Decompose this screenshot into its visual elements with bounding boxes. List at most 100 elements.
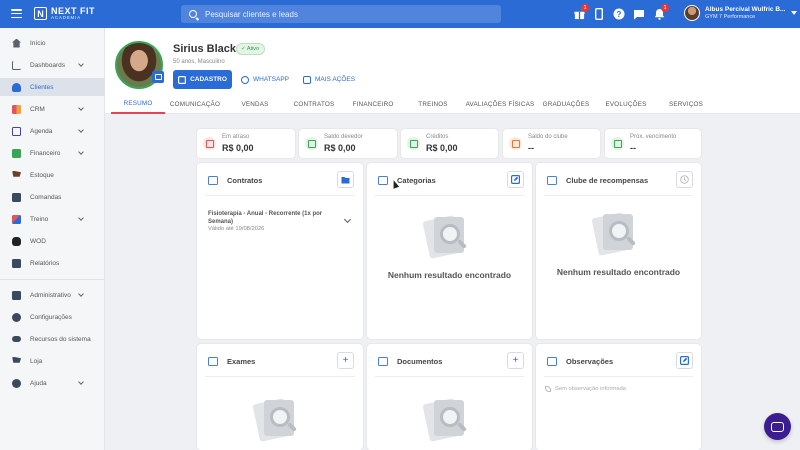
panel-title: Clube de recompensas (566, 176, 649, 185)
chat-widget-button[interactable] (764, 413, 791, 440)
sidebar-item-dashboards[interactable]: Dashboards (0, 56, 105, 74)
tab-resumo[interactable]: RESUMO (111, 94, 165, 114)
sidebar-item-label: Agenda (30, 127, 53, 135)
logo[interactable]: N NEXT FIT ACADEMIA (34, 7, 95, 21)
camera-icon[interactable] (152, 71, 164, 83)
sidebar-item-ajuda[interactable]: Ajuda (0, 374, 105, 392)
edit-icon (680, 356, 689, 365)
tab-avaliacoes[interactable]: AVALIAÇÕES FÍSICAS (465, 94, 535, 114)
mais-acoes-button[interactable]: MAIS AÇÕES (303, 70, 355, 89)
sidebar-divider (0, 279, 105, 280)
summary-card-prox-vencimento: Próx. vencimento -- (605, 129, 701, 158)
add-documento-button[interactable]: + (507, 352, 524, 369)
mobile-icon[interactable] (592, 7, 606, 21)
sidebar-item-financeiro[interactable]: Financeiro (0, 144, 105, 162)
chevron-down-icon (78, 149, 84, 155)
sidebar-item-crm[interactable]: CRM (0, 100, 105, 118)
leaf-icon (545, 386, 551, 392)
tab-comunicacao[interactable]: COMUNICAÇÃO (167, 94, 223, 114)
chevron-down-icon[interactable] (343, 215, 352, 224)
observacoes-empty-text: Sem observação informada (555, 386, 626, 392)
tab-servicos[interactable]: SERVIÇOS (661, 94, 711, 114)
client-name: Sirius Black (173, 43, 236, 55)
sidebar-item-comandas[interactable]: Comandas (0, 188, 105, 206)
sidebar-item-treino[interactable]: Treino (0, 210, 105, 228)
edit-observacoes-button[interactable] (676, 352, 693, 369)
category-icon (376, 174, 390, 186)
sidebar-item-label: Loja (30, 357, 43, 365)
tab-evolucoes[interactable]: EVOLUÇÕES (601, 94, 651, 114)
chat-icon[interactable] (632, 7, 646, 21)
sidebar-item-label: Estoque (30, 171, 54, 179)
tab-treinos[interactable]: TREINOS (411, 94, 455, 114)
whatsapp-icon (241, 75, 249, 84)
empty-state-text: Nenhum resultado encontrado (387, 270, 512, 280)
gift-icon[interactable]: 1 (572, 4, 589, 21)
sidebar-item-estoque[interactable]: Estoque (0, 166, 105, 184)
tab-vendas[interactable]: VENDAS (233, 94, 277, 114)
edit-icon (178, 75, 187, 84)
chevron-down-icon (78, 215, 84, 221)
sidebar-item-loja[interactable]: Loja (0, 352, 105, 370)
help-icon[interactable]: ? (612, 7, 626, 21)
club-icon (509, 137, 522, 150)
panel-divider (375, 376, 524, 377)
panel-divider (375, 195, 524, 196)
panel-divider (205, 195, 355, 196)
cadastro-button[interactable]: CADASTRO (173, 70, 232, 89)
summary-title: Próx. vencimento (630, 134, 677, 140)
bell-badge: 1 (661, 4, 669, 12)
observacoes-empty: Sem observação informada (545, 386, 626, 392)
sidebar-item-inicio[interactable]: Início (0, 34, 105, 52)
summary-value: -- (528, 143, 534, 153)
admin-icon (12, 290, 21, 300)
tab-contratos[interactable]: CONTRATOS (288, 94, 340, 114)
logo-mark: N (34, 7, 47, 21)
tab-graduacoes[interactable]: GRADUAÇÕES (541, 94, 591, 114)
summary-card-saldo-clube: Saldo do clube -- (503, 129, 600, 158)
user-menu[interactable]: Albus Percival Wulfric B... GYM 7 Perfor… (684, 5, 798, 21)
sidebar-item-clientes[interactable]: Clientes (0, 78, 105, 96)
sidebar-item-label: Dashboards (30, 61, 66, 69)
summary-value: -- (630, 143, 636, 153)
home-icon (12, 38, 21, 48)
sidebar-item-agenda[interactable]: Agenda (0, 122, 105, 140)
summary-value: R$ 0,00 (426, 143, 458, 153)
add-exame-button[interactable]: + (337, 352, 354, 369)
empty-state-illustration (422, 398, 470, 442)
alert-money-icon (203, 137, 216, 150)
panel-title: Observações (566, 357, 614, 366)
tab-financeiro[interactable]: FINANCEIRO (346, 94, 400, 114)
whatsapp-button[interactable]: WHATSAPP (241, 70, 289, 89)
contract-item-title[interactable]: Fisioterapia - Anual - Recorrente (1x po… (208, 210, 333, 226)
sidebar-item-recursos[interactable]: Recursos do sistema (0, 330, 105, 348)
summary-card-saldo-devedor: Saldo devedor R$ 0,00 (299, 129, 397, 158)
search-bar[interactable] (181, 5, 501, 23)
sidebar: Início Dashboards Clientes CRM Agenda Fi… (0, 28, 105, 450)
profile-tabs: RESUMO COMUNICAÇÃO VENDAS CONTRATOS FINA… (105, 94, 800, 114)
edit-icon (511, 175, 520, 184)
sidebar-item-configuracoes[interactable]: Configurações (0, 308, 105, 326)
folder-button[interactable] (337, 171, 354, 188)
menu-icon[interactable] (11, 9, 22, 18)
contract-icon (206, 174, 220, 186)
panel-title: Documentos (397, 357, 443, 366)
contract-item-validity: Válido até 19/08/2026 (208, 226, 265, 232)
observacoes-panel: Observações Sem observação informada (536, 344, 701, 450)
sidebar-item-relatorios[interactable]: Relatórios (0, 254, 105, 272)
search-input[interactable] (205, 9, 485, 19)
chart-icon (12, 60, 21, 70)
gear-icon (12, 312, 21, 322)
chevron-down-icon (78, 291, 84, 297)
sidebar-item-administrativo[interactable]: Administrativo (0, 286, 105, 304)
info-button[interactable] (676, 171, 693, 188)
search-icon (189, 10, 197, 18)
chevron-down-icon (78, 61, 84, 67)
sidebar-item-wod[interactable]: WOD (0, 232, 105, 250)
empty-state-text: Nenhum resultado encontrado (556, 267, 681, 277)
documentos-panel: Documentos + (367, 344, 532, 450)
sidebar-item-label: Clientes (30, 83, 54, 91)
clock-icon (680, 175, 689, 184)
bell-icon[interactable]: 1 (652, 4, 669, 21)
edit-button[interactable] (507, 171, 524, 188)
